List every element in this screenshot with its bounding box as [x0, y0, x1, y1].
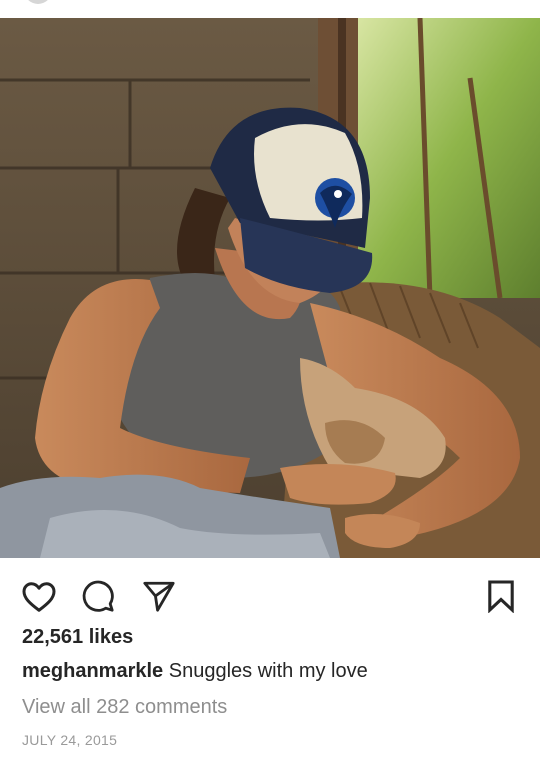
- view-all-comments-link[interactable]: View all 282 comments: [22, 696, 227, 719]
- share-button[interactable]: [139, 576, 179, 616]
- comment-button[interactable]: [78, 576, 118, 616]
- post-caption: meghanmarkle Snuggles with my love: [22, 660, 368, 683]
- post-photo[interactable]: [0, 18, 540, 558]
- avatar[interactable]: [24, 0, 52, 4]
- speech-bubble-icon: [82, 580, 114, 612]
- caption-text: Snuggles with my love: [168, 660, 368, 682]
- save-button[interactable]: [481, 576, 521, 616]
- bookmark-outline-icon: [488, 580, 514, 613]
- header-strip: [0, 0, 540, 18]
- heart-outline-icon: [22, 582, 56, 612]
- post-action-bar: [0, 572, 540, 616]
- paper-plane-icon: [143, 581, 175, 612]
- post-timestamp: JULY 24, 2015: [22, 732, 118, 748]
- like-button[interactable]: [19, 576, 59, 616]
- likes-count[interactable]: 22,561 likes: [22, 626, 133, 649]
- caption-username[interactable]: meghanmarkle: [22, 660, 163, 682]
